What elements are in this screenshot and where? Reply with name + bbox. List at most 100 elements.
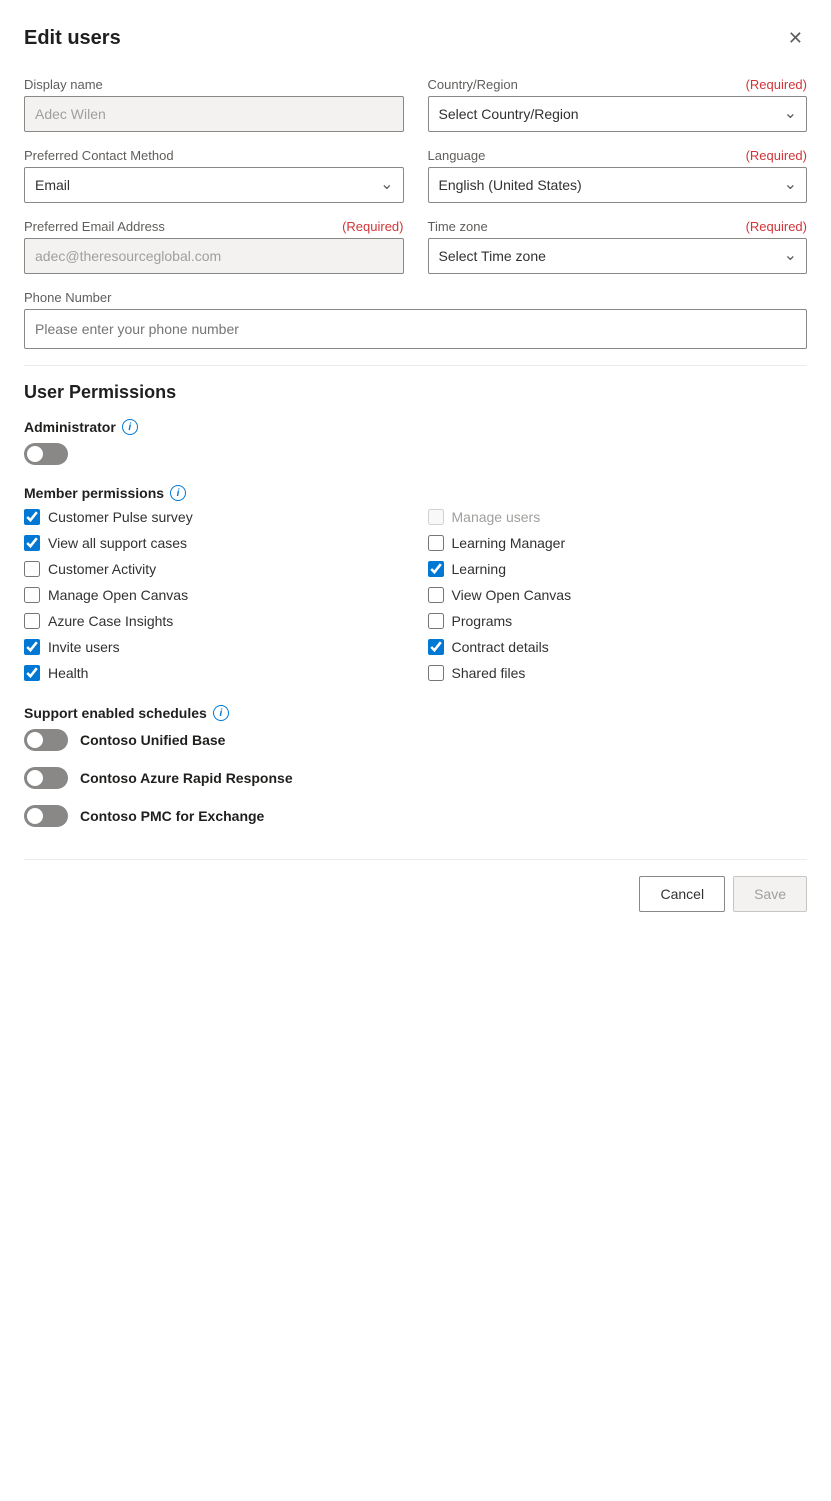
country-required: (Required)	[746, 77, 807, 92]
permission-item-moc: Manage Open Canvas	[24, 587, 404, 603]
permission-item-health: Health	[24, 665, 404, 681]
email-input[interactable]	[24, 238, 404, 274]
permission-item-learning: Learning	[428, 561, 808, 577]
permission-checkbox-learning[interactable]	[428, 561, 444, 577]
permission-label-vasc: View all support cases	[48, 535, 187, 551]
phone-input[interactable]	[24, 309, 807, 349]
permissions-title: User Permissions	[24, 382, 807, 403]
permission-label-cps: Customer Pulse survey	[48, 509, 193, 525]
permission-checkbox-cps[interactable]	[24, 509, 40, 525]
permission-label-ca: Customer Activity	[48, 561, 156, 577]
schedule-label-cpmc: Contoso PMC for Exchange	[80, 808, 264, 824]
permission-checkbox-vasc[interactable]	[24, 535, 40, 551]
permission-checkbox-shared[interactable]	[428, 665, 444, 681]
email-label: Preferred Email Address	[24, 219, 165, 234]
permission-label-contract: Contract details	[452, 639, 549, 655]
permission-label-health: Health	[48, 665, 88, 681]
permission-label-mu: Manage users	[452, 509, 541, 525]
permission-item-shared: Shared files	[428, 665, 808, 681]
permission-checkbox-health[interactable]	[24, 665, 40, 681]
schedule-toggle-thumb-cub	[27, 732, 43, 748]
permission-checkbox-invite[interactable]	[24, 639, 40, 655]
language-label-row: Language (Required)	[428, 148, 808, 163]
schedules-list: Contoso Unified Base Contoso Azure Rapid …	[24, 729, 807, 827]
schedule-toggle-carr[interactable]	[24, 767, 68, 789]
close-icon: ✕	[788, 28, 803, 49]
admin-info-icon[interactable]: i	[122, 419, 138, 435]
timezone-field: Time zone (Required) Select Time zone	[428, 219, 808, 274]
schedule-toggle-cub[interactable]	[24, 729, 68, 751]
permission-label-moc: Manage Open Canvas	[48, 587, 188, 603]
display-name-input[interactable]	[24, 96, 404, 132]
admin-label: Administrator	[24, 419, 116, 435]
language-label: Language	[428, 148, 486, 163]
modal-header: Edit users ✕	[24, 24, 807, 53]
contact-method-select[interactable]: Email Phone	[24, 167, 404, 203]
permission-checkbox-mu	[428, 509, 444, 525]
permission-label-shared: Shared files	[452, 665, 526, 681]
timezone-select[interactable]: Select Time zone	[428, 238, 808, 274]
permission-checkbox-aci[interactable]	[24, 613, 40, 629]
contact-method-label: Preferred Contact Method	[24, 148, 404, 163]
country-select[interactable]: Select Country/Region	[428, 96, 808, 132]
permission-checkbox-programs[interactable]	[428, 613, 444, 629]
member-info-icon[interactable]: i	[170, 485, 186, 501]
permission-label-aci: Azure Case Insights	[48, 613, 173, 629]
section-divider	[24, 365, 807, 366]
timezone-select-wrapper: Select Time zone	[428, 238, 808, 274]
member-permissions-header: Member permissions i	[24, 485, 807, 501]
permission-checkbox-contract[interactable]	[428, 639, 444, 655]
schedule-item-carr: Contoso Azure Rapid Response	[24, 767, 807, 789]
permission-label-voc: View Open Canvas	[452, 587, 572, 603]
contact-method-field: Preferred Contact Method Email Phone	[24, 148, 404, 203]
admin-toggle-container	[24, 443, 807, 465]
modal-title: Edit users	[24, 27, 121, 50]
permission-label-invite: Invite users	[48, 639, 120, 655]
permission-item-ca: Customer Activity	[24, 561, 404, 577]
user-permissions-section: User Permissions Administrator i Member …	[24, 382, 807, 827]
permission-label-learning: Learning	[452, 561, 507, 577]
admin-section-header: Administrator i	[24, 419, 807, 435]
close-button[interactable]: ✕	[784, 24, 807, 53]
permission-item-voc: View Open Canvas	[428, 587, 808, 603]
permission-item-contract: Contract details	[428, 639, 808, 655]
schedule-toggle-cpmc[interactable]	[24, 805, 68, 827]
timezone-label-row: Time zone (Required)	[428, 219, 808, 234]
permission-item-cps: Customer Pulse survey	[24, 509, 404, 525]
schedule-toggle-thumb-carr	[27, 770, 43, 786]
language-select-wrapper: English (United States)	[428, 167, 808, 203]
display-name-label: Display name	[24, 77, 404, 92]
country-label: Country/Region	[428, 77, 518, 92]
member-permissions-label: Member permissions	[24, 485, 164, 501]
language-select[interactable]: English (United States)	[428, 167, 808, 203]
schedule-label-carr: Contoso Azure Rapid Response	[80, 770, 293, 786]
timezone-label: Time zone	[428, 219, 488, 234]
cancel-button[interactable]: Cancel	[639, 876, 725, 912]
display-name-field: Display name	[24, 77, 404, 132]
edit-users-modal: Edit users ✕ Display name Country/Region…	[0, 0, 831, 1501]
contact-method-select-wrapper: Email Phone	[24, 167, 404, 203]
permission-item-invite: Invite users	[24, 639, 404, 655]
timezone-required: (Required)	[746, 219, 807, 234]
save-button[interactable]: Save	[733, 876, 807, 912]
permission-checkbox-voc[interactable]	[428, 587, 444, 603]
permissions-grid: Customer Pulse survey Manage users View al…	[24, 509, 807, 681]
admin-toggle-thumb	[27, 446, 43, 462]
permission-checkbox-ca[interactable]	[24, 561, 40, 577]
permission-checkbox-moc[interactable]	[24, 587, 40, 603]
permission-item-programs: Programs	[428, 613, 808, 629]
language-required: (Required)	[746, 148, 807, 163]
schedule-item-cpmc: Contoso PMC for Exchange	[24, 805, 807, 827]
schedules-info-icon[interactable]: i	[213, 705, 229, 721]
schedule-item-cub: Contoso Unified Base	[24, 729, 807, 751]
country-select-wrapper: Select Country/Region	[428, 96, 808, 132]
schedules-header: Support enabled schedules i	[24, 705, 807, 721]
admin-toggle[interactable]	[24, 443, 68, 465]
email-field: Preferred Email Address (Required)	[24, 219, 404, 274]
permission-checkbox-lm[interactable]	[428, 535, 444, 551]
schedules-section: Support enabled schedules i Contoso Unif…	[24, 705, 807, 827]
permission-item-mu: Manage users	[428, 509, 808, 525]
permission-label-programs: Programs	[452, 613, 513, 629]
permission-label-lm: Learning Manager	[452, 535, 566, 551]
schedule-label-cub: Contoso Unified Base	[80, 732, 225, 748]
